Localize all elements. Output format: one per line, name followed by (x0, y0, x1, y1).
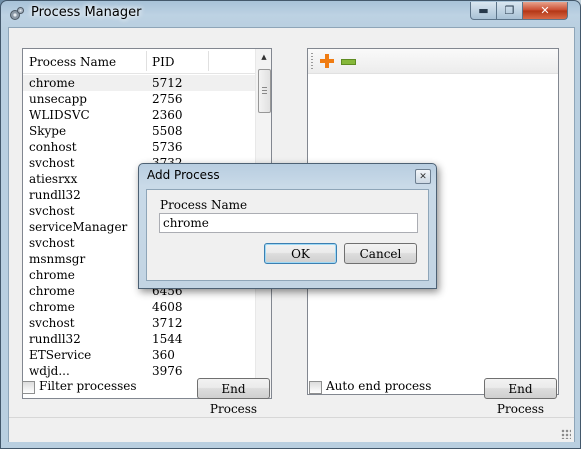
end-process-button-left[interactable]: End Process (197, 378, 270, 416)
pid-cell: 2756 (152, 92, 183, 106)
auto-end-process-checkbox[interactable] (309, 381, 322, 394)
process-name-label: Process Name (160, 198, 248, 212)
resize-grip-icon[interactable] (561, 429, 571, 439)
process-name-cell: msnmsgr (29, 252, 86, 266)
process-name-cell: serviceManager (29, 220, 128, 234)
table-row[interactable]: chrome 5712 (23, 75, 255, 91)
toolbar (308, 49, 558, 74)
column-header-process-name[interactable]: Process Name (29, 55, 116, 69)
pid-cell: 2360 (152, 108, 183, 122)
filter-processes-checkbox[interactable] (22, 381, 35, 394)
auto-end-process-label[interactable]: Auto end process (326, 379, 431, 393)
dialog-client-area: Process Name OK Cancel (146, 189, 429, 281)
pid-cell: 5712 (152, 76, 183, 90)
toolbar-grip[interactable] (311, 53, 313, 69)
process-name-cell: chrome (29, 268, 75, 282)
process-name-cell: unsecapp (29, 92, 87, 106)
process-name-cell: svchost (29, 204, 75, 218)
table-row[interactable]: WLIDSVC 2360 (23, 107, 255, 123)
process-name-cell: svchost (29, 316, 75, 330)
table-row[interactable]: conhost 5736 (23, 139, 255, 155)
pid-cell: 5736 (152, 140, 183, 154)
table-row[interactable]: Skype 5508 (23, 123, 255, 139)
ok-button[interactable]: OK (264, 243, 337, 264)
title-bar[interactable]: Process Manager ▬ ❐ ✕ (1, 1, 580, 27)
table-row[interactable]: chrome 4608 (23, 299, 255, 315)
process-name-cell: ETService (29, 348, 92, 362)
dialog-title: Add Process (147, 168, 220, 182)
pid-cell: 3976 (152, 364, 183, 378)
process-name-cell: atiesrxx (29, 172, 78, 186)
pid-cell: 5508 (152, 124, 183, 138)
process-name-cell: WLIDSVC (29, 108, 90, 122)
close-button[interactable]: ✕ (522, 2, 568, 20)
column-divider[interactable] (208, 51, 209, 71)
cancel-button[interactable]: Cancel (344, 243, 417, 264)
filter-processes-label[interactable]: Filter processes (39, 379, 137, 393)
table-row[interactable]: rundll32 1544 (23, 331, 255, 347)
column-header-pid[interactable]: PID (152, 55, 174, 69)
table-row[interactable]: ETService 360 (23, 347, 255, 363)
thumb-grip (262, 87, 267, 88)
pid-cell: 3712 (152, 316, 183, 330)
window-title: Process Manager (31, 5, 142, 20)
process-name-cell: svchost (29, 156, 75, 170)
thumb-grip (262, 90, 267, 91)
maximize-button[interactable]: ❐ (496, 2, 523, 20)
table-row[interactable]: unsecapp 2756 (23, 91, 255, 107)
table-row[interactable]: svchost 3712 (23, 315, 255, 331)
process-name-cell: svchost (29, 236, 75, 250)
dialog-close-button[interactable]: ✕ (415, 169, 431, 184)
process-name-cell: wdjd... (29, 364, 70, 378)
status-bar (9, 417, 574, 442)
add-process-dialog: Add Process ✕ Process Name OK Cancel (138, 163, 437, 289)
process-name-cell: chrome (29, 284, 75, 298)
process-name-cell: chrome (29, 76, 75, 90)
process-name-cell: rundll32 (29, 188, 81, 202)
pid-cell: 360 (152, 348, 175, 362)
pid-cell: 1544 (152, 332, 183, 346)
remove-process-icon[interactable] (341, 59, 356, 65)
list-header: Process Name PID (23, 49, 255, 74)
scroll-up-arrow-icon[interactable]: ▲ (256, 49, 271, 65)
end-process-button-right[interactable]: End Process (484, 378, 557, 416)
gears-icon (10, 7, 24, 20)
process-name-cell: conhost (29, 140, 77, 154)
process-name-cell: Skype (29, 124, 67, 138)
minimize-button[interactable]: ▬ (470, 2, 497, 20)
column-divider[interactable] (146, 51, 147, 71)
process-name-cell: rundll32 (29, 332, 81, 346)
table-row[interactable]: wdjd... 3976 (23, 363, 255, 379)
process-name-input[interactable] (159, 213, 418, 233)
scroll-thumb[interactable] (258, 69, 271, 113)
pid-cell: 4608 (152, 300, 183, 314)
add-process-icon[interactable] (320, 54, 334, 68)
thumb-grip (262, 93, 267, 94)
process-name-cell: chrome (29, 300, 75, 314)
